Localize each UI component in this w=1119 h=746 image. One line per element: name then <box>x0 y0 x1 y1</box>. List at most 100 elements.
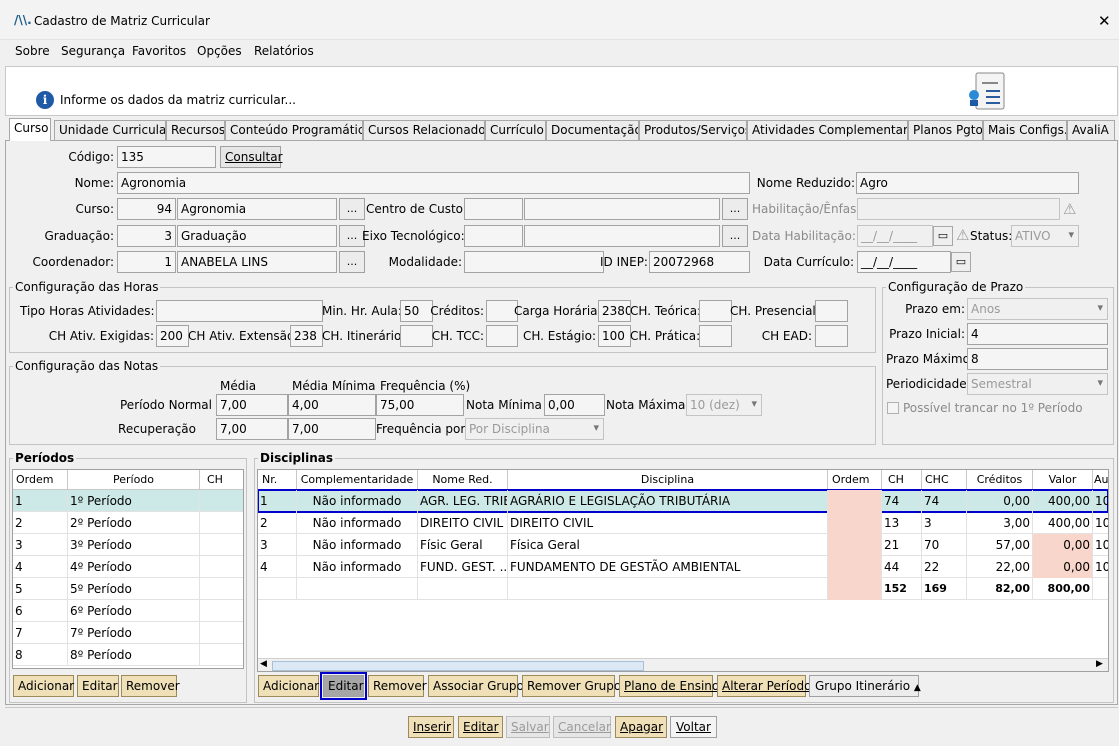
disciplina-row[interactable]: 1 Não informado AGR. LEG. TRIB. AGRÁRIO E L… <box>258 489 1108 513</box>
tab-unidade-curricular[interactable]: Unidade Curricular <box>54 120 166 140</box>
periodo-normal-label: Período Normal <box>120 398 212 412</box>
menu-opcoes[interactable]: Opções <box>197 44 242 58</box>
nome-reduzido-input[interactable]: Agro <box>856 172 1079 194</box>
periodo-row[interactable]: 5 5º Período <box>13 578 243 600</box>
tab-curso[interactable]: Curso <box>9 118 51 141</box>
menu-seguranca[interactable]: Segurança <box>61 44 125 58</box>
disciplina-cell-au: 10 <box>1093 512 1108 534</box>
menu-relatorios[interactable]: Relatórios <box>254 44 314 58</box>
grupo-itinerario-button[interactable]: Grupo Itinerário ▲ <box>809 675 921 697</box>
data-curriculo-input[interactable]: __/__/____ <box>857 251 951 273</box>
associar-grupo-button[interactable]: Associar Grupo <box>428 675 524 697</box>
nota-maxima-label: Nota Máxima <box>606 398 686 412</box>
tab-planos-pgto[interactable]: Planos Pgto <box>908 120 983 140</box>
disciplina-cell-ordem <box>828 534 882 556</box>
disciplina-row[interactable]: 2 Não informado DIREITO CIVIL DIREITO CIVIL… <box>258 512 1108 534</box>
consultar-button[interactable]: Consultar <box>220 146 283 168</box>
periodo-row[interactable]: 2 2º Período <box>13 512 243 534</box>
tipo-horas-input[interactable] <box>156 300 323 322</box>
periodo-cell-ordem: 1 <box>13 490 68 512</box>
ch-pratica-input[interactable] <box>699 325 732 347</box>
tab-documentacao[interactable]: Documentação <box>546 120 639 140</box>
periodo-cell-periodo: 5º Período <box>68 578 200 600</box>
nota-minima-input[interactable]: 0,00 <box>544 394 605 416</box>
periodo-adicionar-button[interactable]: Adicionar <box>13 675 74 697</box>
ch-presencial-input[interactable] <box>815 300 848 322</box>
tab-avalia[interactable]: AvaliA <box>1067 120 1115 140</box>
pn-media-minima-input[interactable]: 4,00 <box>288 394 376 416</box>
tab-cursos-relacionados[interactable]: Cursos Relacionados <box>363 120 485 140</box>
periodo-editar-button[interactable]: Editar <box>77 675 119 697</box>
disciplina-editar-button[interactable]: Editar <box>320 672 367 700</box>
graduacao-id-input[interactable]: 3 <box>117 225 176 247</box>
recuperacao-label: Recuperação <box>118 422 196 436</box>
curso-lookup-button[interactable]: ... <box>339 198 365 220</box>
rec-media-minima-input[interactable]: 7,00 <box>288 418 376 440</box>
menu-favoritos[interactable]: Favoritos <box>132 44 186 58</box>
editar-button[interactable]: Editar <box>458 716 503 738</box>
curso-id-input[interactable]: 94 <box>117 198 176 220</box>
info-text: Informe os dados da matriz curricular... <box>60 93 296 107</box>
modalidade-input[interactable] <box>464 251 604 273</box>
ch-teorica-input[interactable] <box>699 300 732 322</box>
apagar-button[interactable]: Apagar <box>615 716 667 738</box>
calendar-icon[interactable]: ▭ <box>933 226 953 246</box>
ch-ead-input[interactable] <box>815 325 848 347</box>
pn-media-input[interactable]: 7,00 <box>216 394 288 416</box>
tab-curriculo[interactable]: Currículo <box>485 120 546 140</box>
tab-conteudo-programatico[interactable]: Conteúdo Programático <box>225 120 363 140</box>
periodo-row[interactable]: 4 4º Período <box>13 556 243 578</box>
periodo-remover-button[interactable]: Remover <box>121 675 180 697</box>
eixo-id-input[interactable] <box>464 225 523 247</box>
disciplina-adicionar-button[interactable]: Adicionar <box>258 675 319 697</box>
prazo-maximo-input[interactable]: 8 <box>967 348 1108 370</box>
carga-horaria-input[interactable]: 2380 <box>598 300 631 322</box>
periodo-row[interactable]: 3 3º Período <box>13 534 243 556</box>
scroll-left-icon[interactable]: ◀ <box>260 659 267 669</box>
disciplina-row[interactable]: 4 Não informado FUND. GEST. ... FUNDAMENTO … <box>258 556 1108 578</box>
calendar-icon[interactable]: ▭ <box>951 252 971 272</box>
horizontal-scrollbar[interactable]: ◀ ▶ <box>258 658 1108 671</box>
notas-group-title: Configuração das Notas <box>13 359 161 373</box>
rec-media-input[interactable]: 7,00 <box>216 418 288 440</box>
periodo-cell-ordem: 3 <box>13 534 68 556</box>
eixo-lookup-button[interactable]: ... <box>722 225 748 247</box>
ch-estagio-input[interactable]: 100 <box>598 325 631 347</box>
close-icon[interactable]: ✕ <box>1098 12 1111 30</box>
centro-custo-lookup-button[interactable]: ... <box>722 198 748 220</box>
periodo-row[interactable]: 1 1º Período <box>13 490 243 512</box>
periodo-row[interactable]: 8 8º Período <box>13 644 243 666</box>
periodo-row[interactable]: 7 7º Período <box>13 622 243 644</box>
min-hr-aula-input[interactable]: 50 <box>400 300 433 322</box>
grupo-itinerario-label: Grupo Itinerário <box>815 679 911 693</box>
plano-ensino-button[interactable]: Plano de Ensino <box>619 675 719 697</box>
prazo-inicial-input[interactable]: 4 <box>967 323 1108 345</box>
min-hr-aula-label: Min. Hr. Aula: <box>322 304 402 318</box>
remover-grupo-button[interactable]: Remover Grupo <box>522 675 621 697</box>
coordenador-id-input[interactable]: 1 <box>117 251 176 273</box>
tab-recursos[interactable]: Recursos <box>166 120 225 140</box>
pn-frequencia-input[interactable]: 75,00 <box>376 394 464 416</box>
scroll-right-icon[interactable]: ▶ <box>1096 659 1103 669</box>
centro-custo-id-input[interactable] <box>464 198 523 220</box>
disciplina-row[interactable]: 3 Não informado Físic Geral Física Geral 21 7… <box>258 534 1108 556</box>
inserir-button[interactable]: Inserir <box>408 716 454 738</box>
periodo-row[interactable]: 6 6º Período <box>13 600 243 622</box>
ch-itinerario-input[interactable] <box>400 325 433 347</box>
alterar-periodo-button[interactable]: Alterar Período <box>717 675 811 697</box>
nome-input[interactable]: Agronomia <box>117 172 750 194</box>
scroll-thumb[interactable] <box>272 661 644 671</box>
codigo-input[interactable]: 135 <box>117 146 216 168</box>
ch-ativ-extensao-input[interactable]: 238 <box>290 325 323 347</box>
window-title: Cadastro de Matriz Curricular <box>34 14 210 28</box>
disciplina-remover-button[interactable]: Remover <box>368 675 427 697</box>
tab-atividades-complementares[interactable]: Atividades Complementares <box>747 120 908 140</box>
id-inep-input[interactable]: 20072968 <box>649 251 750 273</box>
periodicidade-select: Semestral <box>967 373 1108 395</box>
tab-produtos-servicos[interactable]: Produtos/Serviços <box>639 120 747 140</box>
tab-mais-configs[interactable]: Mais Configs. <box>983 120 1067 140</box>
menu-sobre[interactable]: Sobre <box>15 44 50 58</box>
ch-ativ-exigidas-input[interactable]: 200 <box>156 325 189 347</box>
voltar-button[interactable]: Voltar <box>670 716 717 738</box>
frequencia-por-label: Frequência por: <box>376 422 470 436</box>
